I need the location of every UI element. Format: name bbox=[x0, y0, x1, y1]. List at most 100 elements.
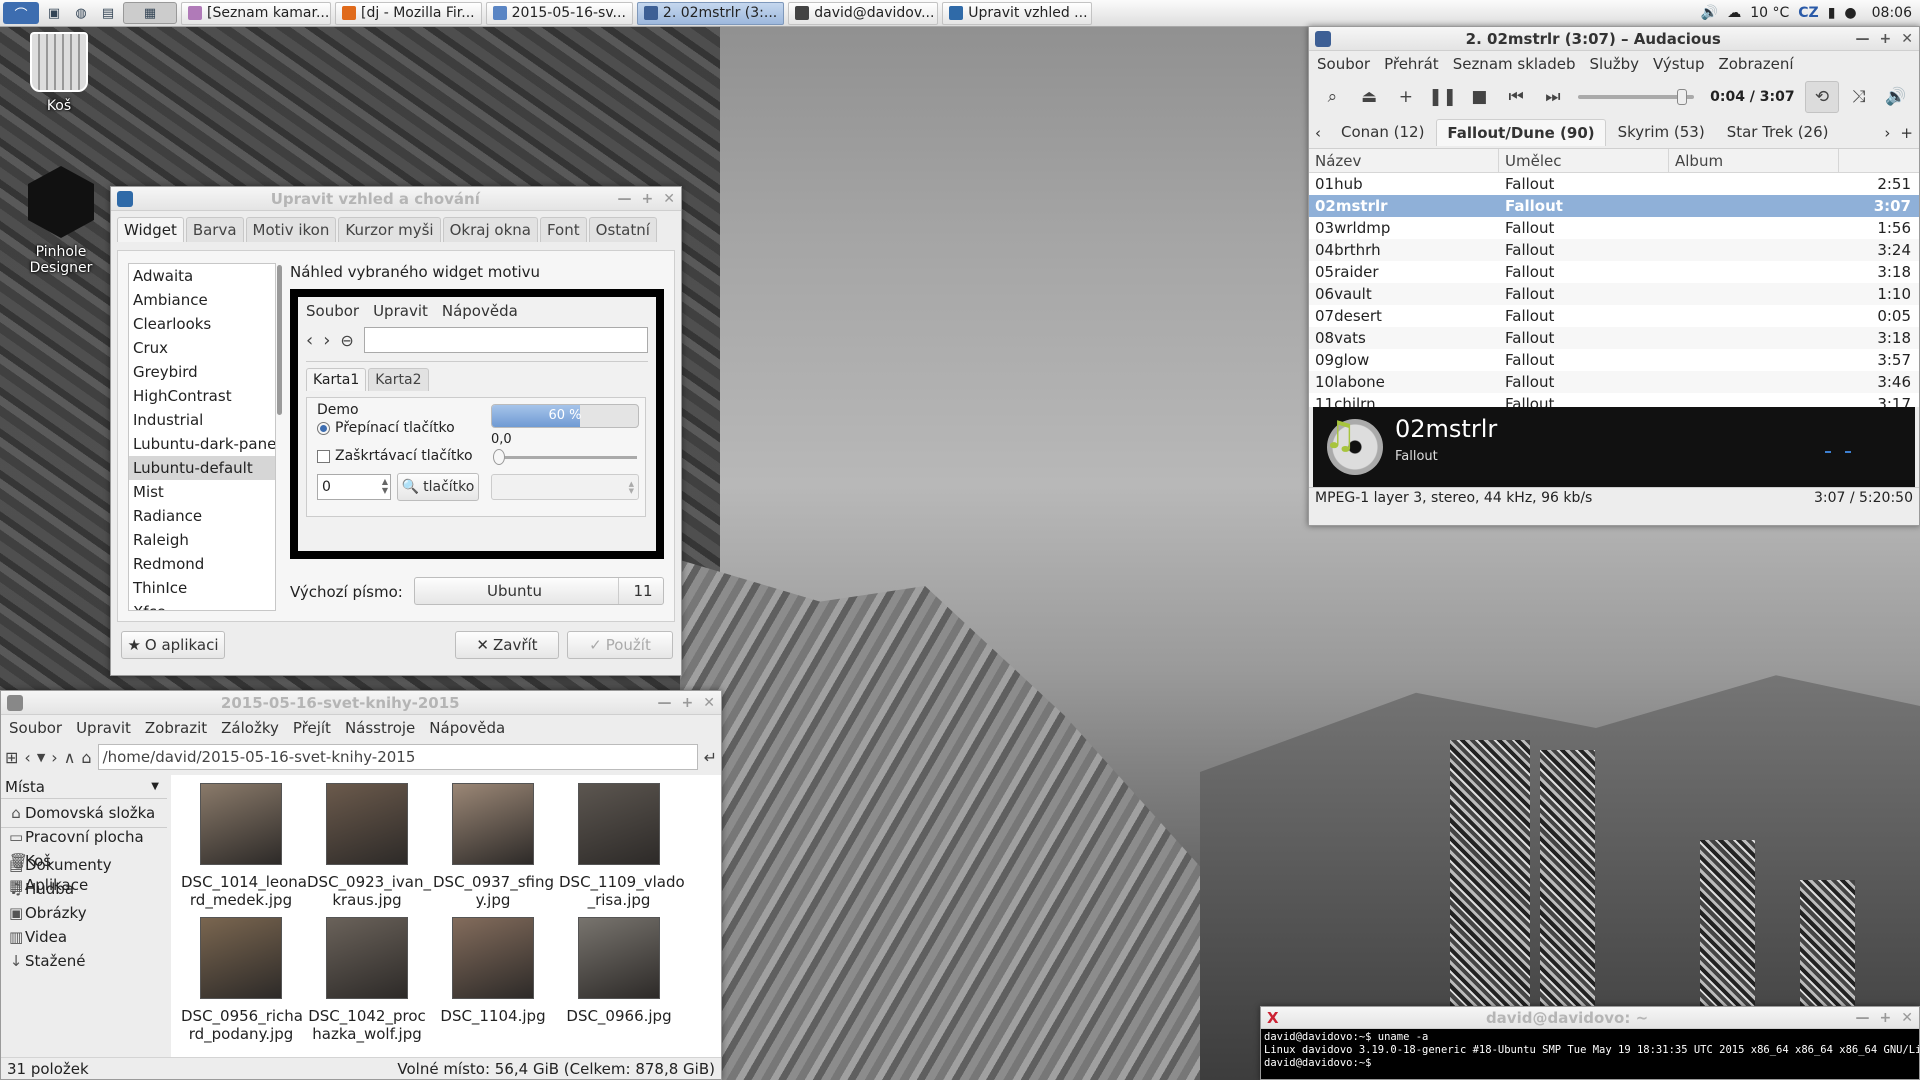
demo-button[interactable]: 🔍 tlačítko bbox=[397, 473, 479, 501]
file-item[interactable]: DSC_1109_vlado _risa.jpg bbox=[559, 783, 685, 909]
preview-tab-karta2[interactable]: Karta2 bbox=[368, 368, 429, 391]
theme-item[interactable]: Radiance bbox=[129, 504, 275, 528]
preview-stop-icon[interactable]: ⊖ bbox=[340, 331, 353, 350]
file-item[interactable]: DSC_1104.jpg bbox=[433, 917, 553, 1025]
playlist-row[interactable]: 03wrldmp Fallout 1:56 bbox=[1309, 217, 1919, 239]
preview-forward-icon[interactable]: › bbox=[323, 330, 330, 351]
file-manager-titlebar[interactable]: 2015-05-16-svet-knihy-2015 — + ✕ bbox=[1, 691, 721, 715]
audacious-titlebar[interactable]: 2. 02mstrlr (3:07) – Audacious — + ✕ bbox=[1309, 27, 1919, 51]
volume-icon[interactable]: 🔊 bbox=[1701, 5, 1718, 21]
taskbar-task[interactable]: 2. 02mstrlr (3:... bbox=[636, 1, 785, 25]
playlist-row[interactable]: 05raider Fallout 3:18 bbox=[1309, 261, 1919, 283]
theme-item[interactable]: Xfce bbox=[129, 600, 275, 610]
playlist-row[interactable]: 08vats Fallout 3:18 bbox=[1309, 327, 1919, 349]
file-view[interactable]: DSC_1014_leona rd_medek.jpg DSC_0923_ivan_… bbox=[171, 775, 721, 1057]
start-menu-icon[interactable]: ⌒ bbox=[3, 2, 39, 24]
side-item[interactable]: ⌂ Domovská složka bbox=[5, 801, 167, 825]
desktop-icon-pinhole-designer[interactable]: Pinhole Designer bbox=[16, 166, 106, 276]
home-icon[interactable]: ⌂ bbox=[81, 748, 91, 767]
theme-list[interactable]: Adwaita Ambiance Clearlooks Crux Greybird Hig… bbox=[128, 263, 276, 611]
close-button[interactable]: ✕ Zavřít bbox=[455, 631, 559, 659]
theme-item[interactable]: Redmond bbox=[129, 552, 275, 576]
taskbar-task[interactable]: [dj - Mozilla Fir... bbox=[335, 1, 482, 25]
close-icon[interactable]: ✕ bbox=[1901, 31, 1913, 47]
file-item[interactable]: DSC_0923_ivan_ kraus.jpg bbox=[307, 783, 431, 909]
side-item[interactable]: ▤ Dokumenty bbox=[5, 853, 167, 877]
menu-item[interactable]: Soubor bbox=[9, 719, 62, 737]
workspace-switcher[interactable]: ▦ bbox=[123, 2, 177, 24]
demo-radio[interactable]: Přepínací tlačítko bbox=[317, 420, 455, 436]
tab-motiv-ikon[interactable]: Motiv ikon bbox=[245, 217, 337, 242]
minimize-icon[interactable]: — bbox=[618, 191, 632, 207]
tab-kurzor-myši[interactable]: Kurzor myši bbox=[338, 217, 441, 242]
new-playlist-icon[interactable]: + bbox=[1900, 124, 1913, 142]
spin-arrows-icon[interactable]: ▲ ▼ bbox=[382, 477, 388, 495]
search-icon[interactable]: ⌕ bbox=[1315, 81, 1350, 113]
theme-item[interactable]: Mist bbox=[129, 480, 275, 504]
theme-item[interactable]: Lubuntu-dark-panel bbox=[129, 432, 275, 456]
playlist-row[interactable]: 06vault Fallout 1:10 bbox=[1309, 283, 1919, 305]
forward-icon[interactable]: › bbox=[51, 748, 57, 767]
taskbar-task[interactable]: [Seznam kamar... bbox=[181, 1, 331, 25]
theme-item[interactable]: HighContrast bbox=[129, 384, 275, 408]
theme-item[interactable]: Ambiance bbox=[129, 288, 275, 312]
file-item[interactable]: DSC_1042_proc hazka_wolf.jpg bbox=[307, 917, 427, 1043]
preview-menu-item[interactable]: Soubor bbox=[306, 302, 359, 320]
terminal-titlebar[interactable]: X david@davidovo: ~ — + ✕ bbox=[1261, 1007, 1919, 1029]
preview-menu-item[interactable]: Upravit bbox=[373, 302, 428, 320]
playlist-tab[interactable]: Fallout/Dune (90) bbox=[1436, 119, 1606, 146]
menu-item[interactable]: Služby bbox=[1590, 55, 1639, 73]
minimize-icon[interactable]: — bbox=[658, 695, 672, 711]
file-item[interactable]: DSC_0956_richa rd_podany.jpg bbox=[181, 917, 303, 1043]
desktop-icon-trash[interactable]: Koš bbox=[14, 32, 104, 114]
pause-icon[interactable]: ❚❚ bbox=[1425, 81, 1460, 113]
menu-item[interactable]: Zobrazit bbox=[145, 719, 207, 737]
network-icon[interactable]: ▮ bbox=[1828, 5, 1836, 21]
demo-checkbox[interactable]: Zaškrtávací tlačítko bbox=[317, 448, 473, 464]
maximize-icon[interactable]: + bbox=[1880, 1010, 1892, 1026]
demo-scale[interactable] bbox=[497, 456, 637, 459]
preview-entry[interactable] bbox=[363, 327, 648, 353]
column-album[interactable]: Album bbox=[1669, 149, 1839, 172]
playlist-row[interactable]: 01hub Fallout 2:51 bbox=[1309, 173, 1919, 195]
tab-okraj-okna[interactable]: Okraj okna bbox=[442, 217, 538, 242]
taskbar-task[interactable]: Upravit vzhled ... bbox=[942, 1, 1093, 25]
go-icon[interactable]: ↵ bbox=[704, 748, 717, 767]
playlist[interactable]: 01hub Fallout 2:51 02mstrlr Fallout 3:07 03wrl… bbox=[1309, 173, 1919, 407]
terminal-launcher-icon[interactable]: ▤ bbox=[96, 2, 120, 24]
menu-item[interactable]: Upravit bbox=[76, 719, 131, 737]
browser-launcher-icon[interactable]: ◍ bbox=[69, 2, 93, 24]
theme-item[interactable]: Industrial bbox=[129, 408, 275, 432]
preview-back-icon[interactable]: ‹ bbox=[306, 330, 313, 351]
keyboard-layout[interactable]: CZ bbox=[1798, 5, 1818, 21]
menu-item[interactable]: Přehrát bbox=[1384, 55, 1439, 73]
menu-item[interactable]: Výstup bbox=[1653, 55, 1704, 73]
file-item[interactable]: DSC_0966.jpg bbox=[559, 917, 679, 1025]
demo-combo[interactable]: ▲ ▼ bbox=[491, 474, 639, 500]
side-item[interactable]: ▭ Pracovní plocha bbox=[5, 825, 167, 849]
playlist-row[interactable]: 10labone Fallout 3:46 bbox=[1309, 371, 1919, 393]
menu-item[interactable]: Nápověda bbox=[429, 719, 505, 737]
close-icon[interactable]: ✕ bbox=[703, 695, 715, 711]
side-item[interactable]: ▣ Obrázky bbox=[5, 901, 167, 925]
side-item[interactable]: ▥ Videa bbox=[5, 925, 167, 949]
theme-item[interactable]: Raleigh bbox=[129, 528, 275, 552]
tab-font[interactable]: Font bbox=[539, 217, 587, 242]
menu-item[interactable]: Zobrazení bbox=[1718, 55, 1793, 73]
minimize-icon[interactable]: — bbox=[1856, 1010, 1870, 1026]
close-icon[interactable]: ✕ bbox=[663, 191, 675, 207]
column-title[interactable]: Název bbox=[1309, 149, 1499, 172]
tab-ostatní[interactable]: Ostatní bbox=[588, 217, 657, 242]
path-bar[interactable]: /home/david/2015-05-16-svet-knihy-2015 bbox=[97, 744, 698, 770]
up-icon[interactable]: ∧ bbox=[64, 748, 76, 767]
file-item[interactable]: DSC_0937_sfing y.jpg bbox=[433, 783, 554, 909]
volume-icon[interactable]: 🔊 bbox=[1878, 81, 1913, 113]
tab-barva[interactable]: Barva bbox=[185, 217, 244, 242]
preview-tab-karta1[interactable]: Karta1 bbox=[306, 368, 367, 391]
theme-item[interactable]: Crux bbox=[129, 336, 275, 360]
add-icon[interactable]: + bbox=[1389, 81, 1424, 113]
taskbar-task[interactable]: 2015-05-16-sv... bbox=[485, 1, 633, 25]
scale-handle-icon[interactable] bbox=[493, 449, 505, 465]
playlist-row[interactable]: 02mstrlr Fallout 3:07 bbox=[1309, 195, 1919, 217]
playlist-row[interactable]: 11chilrn Fallout 3:17 bbox=[1309, 393, 1919, 407]
